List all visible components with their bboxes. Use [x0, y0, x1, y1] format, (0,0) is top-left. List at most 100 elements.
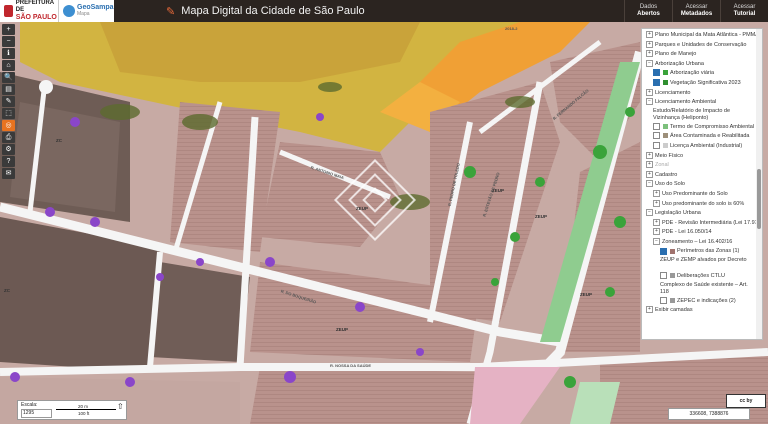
- zoom-in-button[interactable]: +: [2, 24, 15, 35]
- layer-row[interactable]: Complexo de Saúde existente – Art. 118: [646, 282, 755, 297]
- print-button[interactable]: ⎙: [2, 132, 15, 143]
- layer-row[interactable]: Arborização viária: [646, 69, 755, 79]
- layer-label: Zonal: [655, 162, 669, 169]
- layer-panel[interactable]: + Plano Municipal da Mata Atlântica - PMM…: [641, 28, 763, 340]
- layer-row[interactable]: Termo de Compromisso Ambiental: [646, 122, 755, 133]
- expand-icon[interactable]: +: [646, 31, 653, 39]
- layer-checkbox[interactable]: [660, 272, 667, 280]
- layer-label: Arborização Urbana: [655, 60, 704, 67]
- layer-label: Licenciamento: [655, 89, 691, 96]
- layer-row[interactable]: ZEPEC e indicações (2): [646, 296, 755, 307]
- expand-icon[interactable]: +: [646, 306, 653, 314]
- layer-row[interactable]: + Zonal: [646, 161, 755, 171]
- layer-row[interactable]: Deliberações CTLU: [646, 272, 755, 282]
- collapse-icon[interactable]: −: [646, 98, 653, 106]
- layer-row[interactable]: − Licenciamento Ambiental: [646, 98, 755, 108]
- expand-icon[interactable]: +: [646, 40, 653, 48]
- settings-button[interactable]: ⚙: [2, 144, 15, 155]
- scale-input[interactable]: 1295: [21, 409, 52, 418]
- expand-icon[interactable]: +: [646, 170, 653, 178]
- expand-icon[interactable]: +: [653, 189, 660, 197]
- expand-icon[interactable]: +: [646, 161, 653, 169]
- layer-row[interactable]: Perímetros das Zonas (1): [646, 247, 755, 257]
- draw-button[interactable]: ✎: [2, 96, 15, 107]
- zone-label: ZEUP: [492, 188, 505, 193]
- layer-row[interactable]: Estudo/Relatório de Impacto de Vizinhanç…: [646, 108, 755, 123]
- layer-row[interactable]: + Exibir camadas: [646, 306, 755, 316]
- expand-icon[interactable]: +: [646, 151, 653, 159]
- layer-row[interactable]: + Cadastro: [646, 170, 755, 181]
- collapse-icon[interactable]: −: [646, 180, 653, 188]
- tutorial-button[interactable]: Acessar Tutorial: [720, 0, 768, 22]
- collapse-icon[interactable]: −: [646, 59, 653, 67]
- coordinates-readout: 336608, 7388876: [668, 408, 750, 420]
- layer-checkbox[interactable]: [653, 132, 660, 140]
- layer-row[interactable]: + Licenciamento: [646, 88, 755, 99]
- layer-row[interactable]: + PDE - Revisão Intermediária (Lei 17.975…: [646, 218, 762, 229]
- search-button[interactable]: 🔍: [2, 72, 15, 83]
- layer-row[interactable]: + Uso predominante do solo is 60%: [646, 199, 755, 210]
- layer-checkbox[interactable]: [660, 247, 667, 255]
- north-arrow-icon: ⇧: [117, 402, 124, 411]
- panel-scrollbar[interactable]: [756, 29, 762, 339]
- expand-icon[interactable]: +: [646, 88, 653, 96]
- layers-button[interactable]: ▤: [2, 84, 15, 95]
- layer-checkbox[interactable]: [653, 122, 660, 130]
- home-button[interactable]: ⌂: [2, 60, 15, 71]
- license-badge[interactable]: cc by: [726, 394, 766, 408]
- layer-label: Uso Predominante do Solo: [662, 190, 728, 197]
- layer-label: Uso predominante do solo is 60%: [662, 200, 745, 207]
- metadata-button[interactable]: Acessar Metadados: [672, 0, 720, 22]
- expand-icon[interactable]: +: [653, 199, 660, 207]
- info-button[interactable]: ℹ: [2, 48, 15, 59]
- page-title: Mapa Digital da Cidade de São Paulo: [181, 5, 365, 17]
- geosampa-logo[interactable]: GeoSampa Mapa: [58, 0, 114, 22]
- layer-row[interactable]: + Parques e Unidades de Conservação: [646, 40, 755, 51]
- layer-row[interactable]: Licença Ambiental (Industrial): [646, 141, 755, 152]
- layer-label: Licenciamento Ambiental: [655, 99, 717, 106]
- select-button[interactable]: ⬚: [2, 108, 15, 119]
- legend-swatch-icon: [663, 123, 668, 129]
- layer-label: PDE - Lei 16.050/14: [662, 229, 712, 236]
- layer-checkbox[interactable]: [653, 79, 660, 87]
- layer-row[interactable]: − Zoneamento – Lei 16.402/16: [646, 237, 755, 248]
- expand-icon[interactable]: +: [653, 228, 660, 236]
- layer-checkbox[interactable]: [653, 69, 660, 77]
- expand-icon[interactable]: +: [646, 50, 653, 58]
- layer-label: Deliberações CTLU: [677, 273, 725, 280]
- layer-checkbox[interactable]: [660, 296, 667, 304]
- scrollbar-thumb[interactable]: [757, 169, 761, 229]
- zone-label: ZC: [4, 288, 10, 293]
- collapse-icon[interactable]: −: [653, 237, 660, 245]
- layer-label: Parques e Unidades de Conservação: [655, 41, 747, 48]
- legend-swatch-icon: [663, 142, 668, 148]
- zone-label: ZC: [56, 138, 62, 143]
- layer-row[interactable]: + Meio Físico: [646, 151, 755, 162]
- locate-button[interactable]: ◎: [2, 120, 15, 131]
- open-data-button[interactable]: Dados Abertos: [624, 0, 672, 22]
- legend-swatch-icon: [663, 80, 668, 86]
- zone-label: ZEUP: [336, 327, 349, 332]
- layer-row[interactable]: − Arborização Urbana: [646, 59, 755, 70]
- layer-row[interactable]: + Plano de Manejo: [646, 50, 755, 60]
- layer-row[interactable]: ZEUP e ZEMP alvados por Decreto: [646, 257, 755, 272]
- city-logo[interactable]: PREFEITURA DE SÃO PAULO: [0, 0, 58, 22]
- layer-label: Licença Ambiental (Industrial): [670, 142, 743, 149]
- layer-label: Cadastro: [655, 171, 678, 178]
- layer-row[interactable]: − Legislação Urbana: [646, 209, 755, 219]
- expand-icon[interactable]: +: [653, 218, 660, 226]
- zoom-out-button[interactable]: −: [2, 36, 15, 47]
- layer-row[interactable]: − Uso do Solo: [646, 180, 755, 190]
- road-label: R. NOSSA DA SAÚDE: [330, 363, 372, 368]
- help-button[interactable]: ?: [2, 156, 15, 167]
- layer-row[interactable]: + PDE - Lei 16.050/14: [646, 228, 755, 238]
- layer-row[interactable]: + Uso Predominante do Solo: [646, 189, 755, 200]
- layer-row[interactable]: Área Contaminada e Reabilitada: [646, 132, 755, 142]
- zone-label: ZEUP: [356, 206, 369, 211]
- layer-label: Legislação Urbana: [655, 210, 701, 217]
- layer-checkbox[interactable]: [653, 141, 660, 149]
- collapse-icon[interactable]: −: [646, 209, 653, 217]
- mail-button[interactable]: ✉: [2, 168, 15, 179]
- layer-row[interactable]: Vegetação Significativa 2023: [646, 79, 755, 89]
- layer-row[interactable]: + Plano Municipal da Mata Atlântica - PMM…: [646, 31, 759, 41]
